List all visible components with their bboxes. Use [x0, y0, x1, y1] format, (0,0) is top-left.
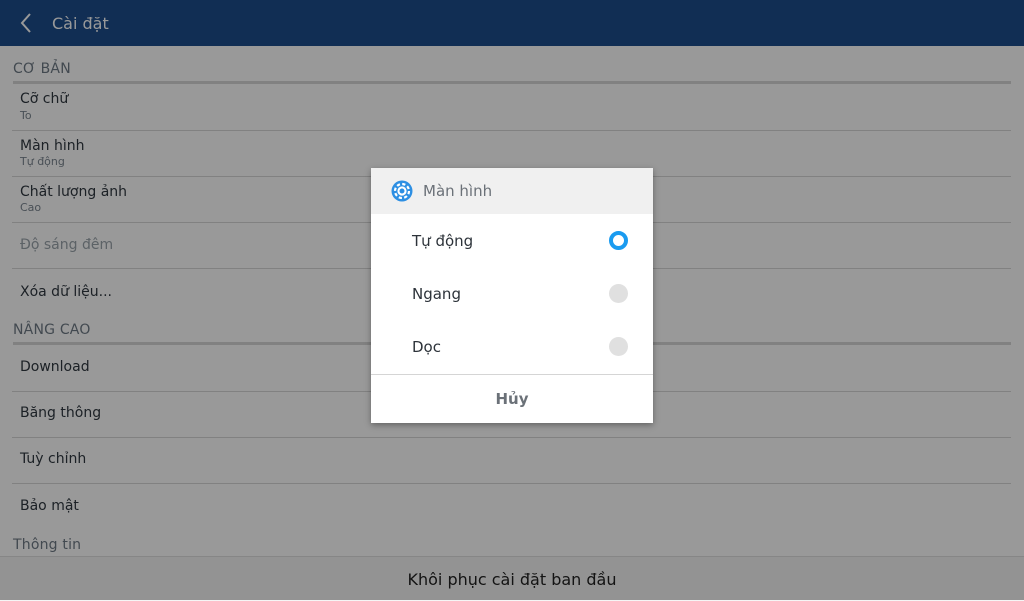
radio-unselected[interactable] — [609, 337, 628, 356]
radio-unselected[interactable] — [609, 284, 628, 303]
dialog-header: Màn hình — [371, 168, 653, 214]
dialog-title: Màn hình — [423, 182, 493, 200]
option-label: Tự động — [412, 231, 474, 250]
option-portrait[interactable]: Dọc — [371, 320, 653, 373]
radio-selected[interactable] — [609, 231, 628, 250]
option-label: Dọc — [412, 337, 441, 356]
option-landscape[interactable]: Ngang — [371, 267, 653, 320]
cancel-button[interactable]: Hủy — [371, 375, 653, 423]
option-auto[interactable]: Tự động — [371, 214, 653, 267]
screen-orientation-dialog: Màn hình Tự động Ngang Dọc Hủy — [371, 168, 653, 423]
gear-icon — [391, 180, 413, 202]
option-label: Ngang — [412, 284, 461, 303]
